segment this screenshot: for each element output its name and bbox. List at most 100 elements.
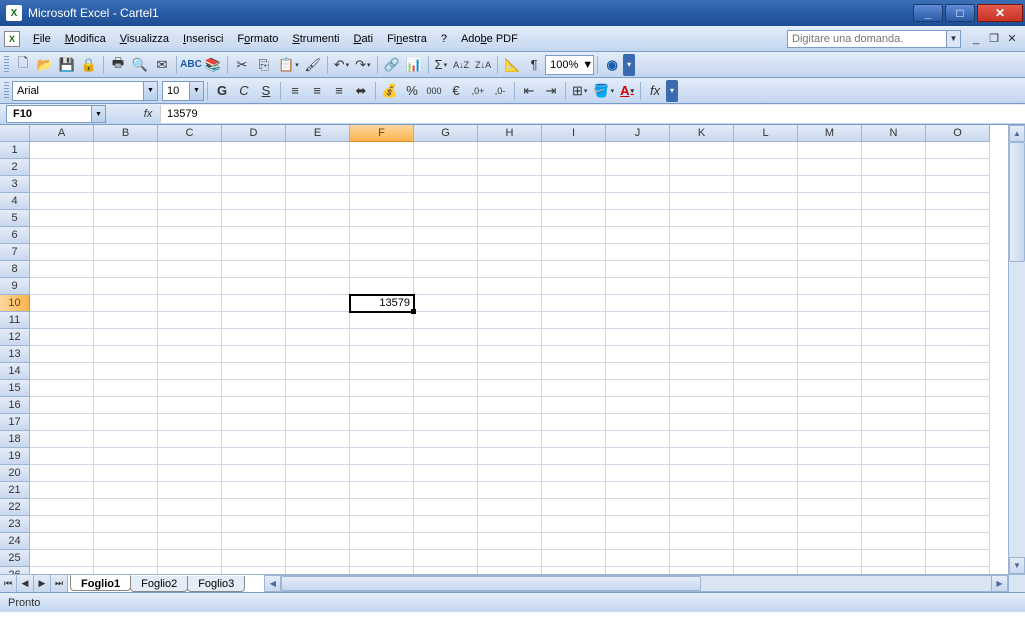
toolbar-options-button[interactable]: ▾ <box>623 54 635 76</box>
scroll-thumb[interactable] <box>1009 142 1025 262</box>
cell-a17[interactable] <box>30 414 94 431</box>
cell-h2[interactable] <box>478 159 542 176</box>
cell-m24[interactable] <box>798 533 862 550</box>
cell-c16[interactable] <box>158 397 222 414</box>
cell-d9[interactable] <box>222 278 286 295</box>
print-button[interactable]: 🖶 <box>107 54 129 76</box>
cell-n14[interactable] <box>862 363 926 380</box>
cell-l26[interactable] <box>734 567 798 574</box>
cell-f7[interactable] <box>350 244 414 261</box>
italic-button[interactable]: C <box>233 80 255 102</box>
merge-center-button[interactable]: ⬌ <box>350 80 372 102</box>
cell-i4[interactable] <box>542 193 606 210</box>
cell-h12[interactable] <box>478 329 542 346</box>
cell-k12[interactable] <box>670 329 734 346</box>
print-preview-button[interactable]: 🔍 <box>129 54 151 76</box>
cell-m10[interactable] <box>798 295 862 312</box>
cell-g22[interactable] <box>414 499 478 516</box>
cell-k16[interactable] <box>670 397 734 414</box>
font-input[interactable] <box>13 85 143 97</box>
cell-e23[interactable] <box>286 516 350 533</box>
sheet-tab-foglio1[interactable]: Foglio1 <box>70 575 131 591</box>
row-header-7[interactable]: 7 <box>0 244 30 261</box>
cell-g24[interactable] <box>414 533 478 550</box>
cell-f17[interactable] <box>350 414 414 431</box>
cell-c19[interactable] <box>158 448 222 465</box>
cell-n3[interactable] <box>862 176 926 193</box>
select-all-corner[interactable] <box>0 125 30 142</box>
font-size-input[interactable] <box>163 85 189 97</box>
cell-n21[interactable] <box>862 482 926 499</box>
cell-c8[interactable] <box>158 261 222 278</box>
cell-g13[interactable] <box>414 346 478 363</box>
cell-g11[interactable] <box>414 312 478 329</box>
cell-f10[interactable]: 13579 <box>350 295 414 312</box>
cell-a18[interactable] <box>30 431 94 448</box>
cell-i2[interactable] <box>542 159 606 176</box>
cell-n16[interactable] <box>862 397 926 414</box>
comma-button[interactable]: 000 <box>423 80 445 102</box>
doc-close-button[interactable]: ✕ <box>1004 31 1020 47</box>
cell-h22[interactable] <box>478 499 542 516</box>
cell-l13[interactable] <box>734 346 798 363</box>
cell-d5[interactable] <box>222 210 286 227</box>
cell-f8[interactable] <box>350 261 414 278</box>
cell-c5[interactable] <box>158 210 222 227</box>
cell-a24[interactable] <box>30 533 94 550</box>
row-header-15[interactable]: 15 <box>0 380 30 397</box>
cell-n7[interactable] <box>862 244 926 261</box>
cell-o12[interactable] <box>926 329 990 346</box>
cell-e24[interactable] <box>286 533 350 550</box>
cell-j25[interactable] <box>606 550 670 567</box>
cell-b9[interactable] <box>94 278 158 295</box>
cell-m22[interactable] <box>798 499 862 516</box>
column-header-n[interactable]: N <box>862 125 926 142</box>
row-header-9[interactable]: 9 <box>0 278 30 295</box>
cell-l8[interactable] <box>734 261 798 278</box>
cell-n25[interactable] <box>862 550 926 567</box>
cell-g10[interactable] <box>414 295 478 312</box>
scroll-up-button[interactable]: ▲ <box>1009 125 1025 142</box>
cell-m13[interactable] <box>798 346 862 363</box>
scroll-left-button[interactable]: ◀ <box>264 575 281 592</box>
cell-g18[interactable] <box>414 431 478 448</box>
cell-a5[interactable] <box>30 210 94 227</box>
row-header-11[interactable]: 11 <box>0 312 30 329</box>
cell-j4[interactable] <box>606 193 670 210</box>
cell-b13[interactable] <box>94 346 158 363</box>
research-button[interactable]: 📚 <box>202 54 224 76</box>
copy-button[interactable]: ⎘ <box>253 54 275 76</box>
cell-o6[interactable] <box>926 227 990 244</box>
menu-visualizza[interactable]: Visualizza <box>113 30 176 48</box>
cell-d23[interactable] <box>222 516 286 533</box>
cell-m19[interactable] <box>798 448 862 465</box>
cell-a6[interactable] <box>30 227 94 244</box>
cell-d21[interactable] <box>222 482 286 499</box>
cell-c12[interactable] <box>158 329 222 346</box>
cell-j16[interactable] <box>606 397 670 414</box>
permission-button[interactable]: 🔒 <box>78 54 100 76</box>
cell-l25[interactable] <box>734 550 798 567</box>
cell-o4[interactable] <box>926 193 990 210</box>
cell-b16[interactable] <box>94 397 158 414</box>
cell-c25[interactable] <box>158 550 222 567</box>
cell-l16[interactable] <box>734 397 798 414</box>
fill-color-button[interactable]: 🪣▾ <box>590 80 617 102</box>
help-search-dropdown[interactable]: ▼ <box>947 30 961 48</box>
cell-n8[interactable] <box>862 261 926 278</box>
cell-f20[interactable] <box>350 465 414 482</box>
cell-j21[interactable] <box>606 482 670 499</box>
open-button[interactable]: 📂 <box>34 54 56 76</box>
cell-e10[interactable] <box>286 295 350 312</box>
cell-k25[interactable] <box>670 550 734 567</box>
cell-b19[interactable] <box>94 448 158 465</box>
cell-g6[interactable] <box>414 227 478 244</box>
cell-k1[interactable] <box>670 142 734 159</box>
underline-button[interactable]: S <box>255 80 277 102</box>
cell-a26[interactable] <box>30 567 94 574</box>
cell-a12[interactable] <box>30 329 94 346</box>
decrease-indent-button[interactable]: ⇤ <box>518 80 540 102</box>
cell-d13[interactable] <box>222 346 286 363</box>
paste-button[interactable]: 📋▾ <box>275 54 302 76</box>
doc-restore-button[interactable]: ❐ <box>986 31 1002 47</box>
